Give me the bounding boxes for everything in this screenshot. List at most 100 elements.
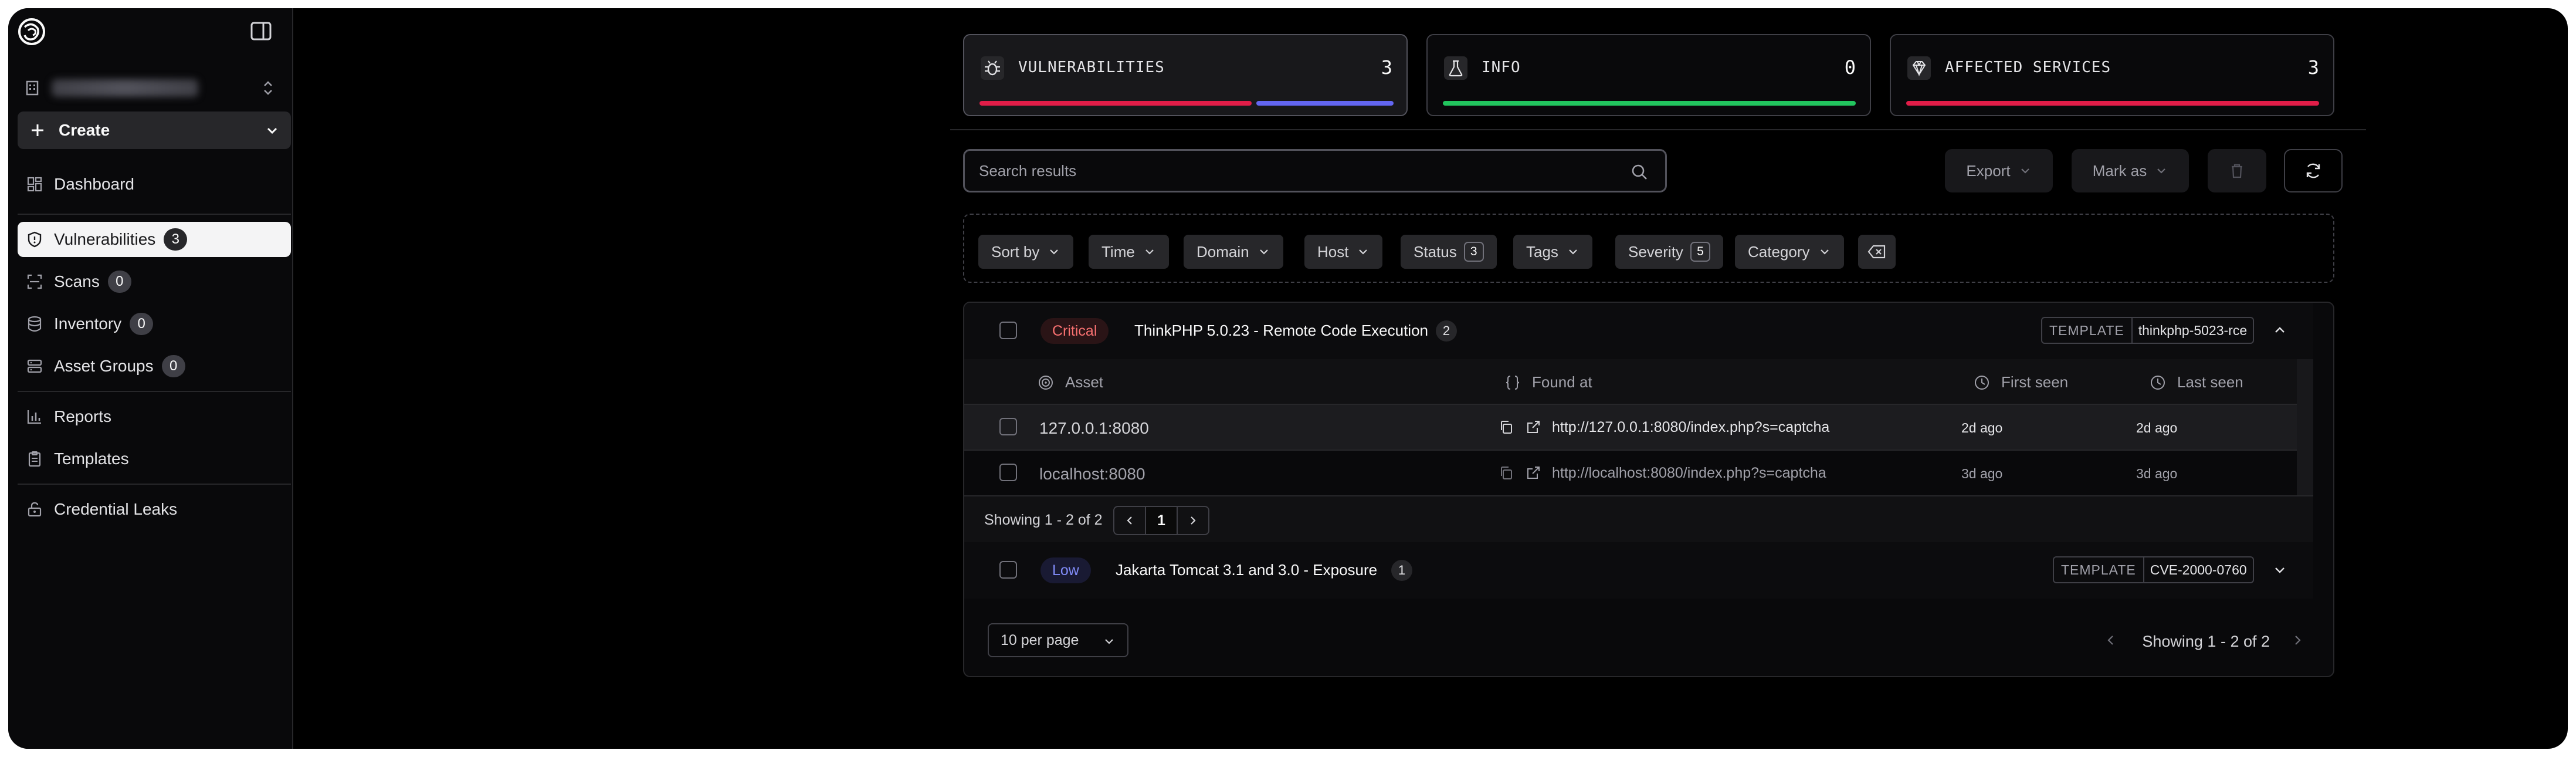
next-page-button[interactable] bbox=[1177, 506, 1209, 535]
stat-card-info[interactable]: INFO 0 bbox=[1426, 34, 1871, 116]
server-icon bbox=[27, 359, 42, 373]
template-tag[interactable]: TEMPLATE thinkphp-5023-rce bbox=[2041, 317, 2255, 344]
found-at-url[interactable]: http://127.0.0.1:8080/index.php?s=captch… bbox=[1552, 419, 1829, 436]
target-icon bbox=[1039, 375, 1053, 390]
column-found-at[interactable]: Found at bbox=[1504, 373, 1592, 391]
external-link-icon[interactable] bbox=[1525, 465, 1541, 481]
copy-icon[interactable] bbox=[1498, 465, 1514, 481]
filter-tags[interactable]: Tags bbox=[1513, 235, 1592, 269]
filter-category[interactable]: Category bbox=[1735, 235, 1844, 269]
first-seen-cell: 2d ago bbox=[1961, 420, 2003, 435]
chevron-up-icon[interactable] bbox=[2271, 322, 2289, 339]
filter-host[interactable]: Host bbox=[1304, 235, 1383, 269]
column-first-seen[interactable]: First seen bbox=[1973, 373, 2068, 391]
filter-severity[interactable]: Severity 5 bbox=[1615, 235, 1723, 269]
chevron-up-down-icon bbox=[264, 81, 272, 95]
search-box[interactable] bbox=[963, 149, 1667, 192]
trash-icon bbox=[2232, 164, 2242, 178]
row-checkbox[interactable] bbox=[999, 418, 1017, 435]
external-link-icon[interactable] bbox=[1525, 419, 1541, 435]
bar-chart-icon bbox=[27, 410, 41, 424]
column-last-seen[interactable]: Last seen bbox=[2149, 373, 2243, 391]
gem-icon bbox=[1907, 56, 1931, 80]
column-label: Found at bbox=[1532, 373, 1592, 391]
mark-as-button[interactable]: Mark as bbox=[2072, 149, 2189, 192]
sidebar-item-label: Asset Groups bbox=[54, 357, 154, 375]
sidebar-item-vulnerabilities[interactable]: Vulnerabilities 3 bbox=[18, 222, 291, 257]
filter-label: Status bbox=[1414, 242, 1457, 261]
sidebar-item-inventory[interactable]: Inventory 0 bbox=[18, 306, 291, 342]
group-checkbox[interactable] bbox=[999, 322, 1017, 339]
template-tag[interactable]: TEMPLATE CVE-2000-0760 bbox=[2053, 556, 2254, 583]
chevron-down-icon bbox=[1050, 249, 1059, 255]
vulnerability-group[interactable]: Critical ThinkPHP 5.0.23 - Remote Code E… bbox=[964, 303, 2313, 359]
stat-card-affected-services[interactable]: AFFECTED SERVICES 3 bbox=[1890, 34, 2334, 116]
sidebar-item-asset-groups[interactable]: Asset Groups 0 bbox=[18, 349, 291, 384]
chevron-right-icon bbox=[1191, 516, 1196, 525]
chevron-down-icon bbox=[2021, 168, 2029, 174]
affected-bar bbox=[1906, 101, 2319, 106]
per-page-select[interactable]: 10 per page bbox=[988, 623, 1128, 657]
plus-icon bbox=[32, 124, 43, 136]
filter-count: 5 bbox=[1690, 242, 1710, 262]
group-count: 2 bbox=[1436, 320, 1457, 342]
column-asset[interactable]: Asset bbox=[1037, 373, 1103, 391]
severity-badge-critical: Critical bbox=[1040, 318, 1109, 344]
create-button[interactable]: Create bbox=[18, 111, 291, 149]
chevron-down-icon[interactable] bbox=[2271, 561, 2289, 579]
table-row[interactable]: localhost:8080 http://localhost:8080/ind… bbox=[964, 450, 2297, 495]
row-checkbox[interactable] bbox=[999, 464, 1017, 481]
section-divider bbox=[950, 129, 2366, 130]
filter-label: Category bbox=[1748, 242, 1810, 261]
workspace-switcher[interactable] bbox=[15, 65, 285, 111]
pagination-showing: Showing 1 - 2 of 2 bbox=[984, 512, 1103, 528]
sidebar-item-templates[interactable]: Templates bbox=[18, 441, 291, 476]
export-button[interactable]: Export bbox=[1945, 149, 2053, 192]
asset-cell: 127.0.0.1:8080 bbox=[1039, 419, 1149, 437]
info-bar bbox=[1443, 101, 1856, 106]
sidebar-item-credential-leaks[interactable]: Credential Leaks bbox=[18, 492, 291, 527]
sidebar-item-scans[interactable]: Scans 0 bbox=[18, 264, 291, 299]
sidebar-item-reports[interactable]: Reports bbox=[18, 399, 291, 434]
first-seen-cell: 3d ago bbox=[1961, 466, 2003, 481]
workspace-name-redacted bbox=[52, 79, 198, 97]
search-icon[interactable] bbox=[1630, 163, 1649, 181]
filter-label: Host bbox=[1317, 242, 1349, 261]
app-logo-icon[interactable] bbox=[16, 16, 47, 47]
found-at-url[interactable]: http://localhost:8080/index.php?s=captch… bbox=[1552, 465, 1826, 482]
filter-status[interactable]: Status 3 bbox=[1401, 235, 1497, 269]
page-number-button[interactable]: 1 bbox=[1145, 506, 1178, 535]
refresh-button[interactable] bbox=[2284, 149, 2343, 192]
group-checkbox[interactable] bbox=[999, 561, 1017, 579]
sidebar-divider bbox=[18, 214, 291, 215]
per-page-label: 10 per page bbox=[1001, 631, 1079, 648]
results-panel: Critical ThinkPHP 5.0.23 - Remote Code E… bbox=[963, 302, 2334, 677]
severity-badge-low: Low bbox=[1040, 557, 1091, 583]
chevron-down-icon bbox=[1569, 249, 1577, 255]
vulnerability-group[interactable]: Low Jakarta Tomcat 3.1 and 3.0 - Exposur… bbox=[964, 542, 2313, 599]
filter-domain[interactable]: Domain bbox=[1184, 235, 1283, 269]
chevron-down-icon bbox=[267, 127, 277, 134]
chevron-right-icon[interactable] bbox=[2290, 633, 2305, 648]
copy-icon[interactable] bbox=[1498, 419, 1514, 435]
footer-showing: Showing 1 - 2 of 2 bbox=[2142, 633, 2270, 650]
shield-icon bbox=[28, 231, 42, 248]
clear-filters-button[interactable] bbox=[1858, 235, 1896, 269]
clipboard-icon bbox=[28, 451, 41, 467]
stat-label: VULNERABILITIES bbox=[1018, 59, 1165, 76]
table-header: Asset Found at First seen Last seen bbox=[964, 359, 2313, 404]
table-row[interactable]: 127.0.0.1:8080 http://127.0.0.1:8080/ind… bbox=[964, 404, 2297, 450]
filter-time[interactable]: Time bbox=[1089, 235, 1169, 269]
stat-card-vulnerabilities[interactable]: VULNERABILITIES 3 bbox=[963, 34, 1408, 116]
filter-sort-by[interactable]: Sort by bbox=[978, 235, 1074, 269]
chevron-left-icon[interactable] bbox=[2103, 633, 2119, 648]
sidebar-item-dashboard[interactable]: Dashboard bbox=[18, 167, 291, 202]
delete-button[interactable] bbox=[2208, 149, 2266, 192]
mark-as-label: Mark as bbox=[2092, 161, 2147, 180]
template-key: TEMPLATE bbox=[2054, 557, 2144, 582]
sidebar-toggle-icon[interactable] bbox=[246, 16, 276, 46]
search-input[interactable] bbox=[979, 161, 1612, 180]
filter-label: Time bbox=[1101, 242, 1135, 261]
sidebar-item-label: Credential Leaks bbox=[54, 500, 178, 518]
prev-page-button[interactable] bbox=[1113, 506, 1146, 535]
